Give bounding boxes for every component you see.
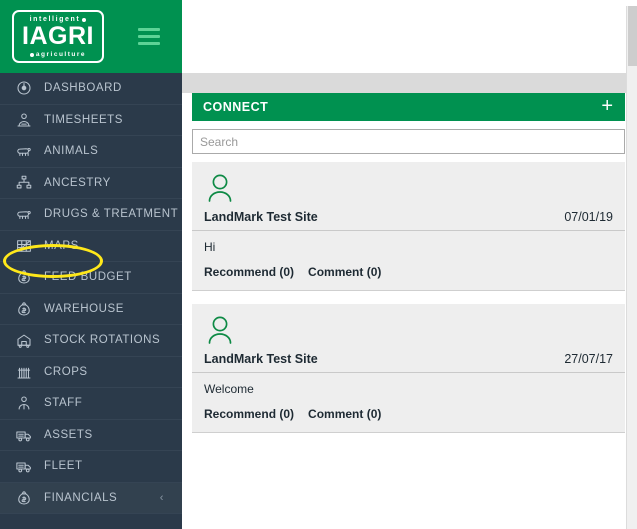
sidebar-item-label: ASSETS [44, 428, 93, 441]
sidebar-item-label: ANCESTRY [44, 176, 111, 189]
crops-icon [14, 362, 34, 382]
vertical-scrollbar[interactable] [626, 6, 637, 529]
sidebar-item-assets[interactable]: ASSETS [0, 420, 182, 451]
truck-icon [14, 425, 34, 445]
comment-button[interactable]: Comment (0) [308, 265, 381, 279]
recommend-button[interactable]: Recommend (0) [204, 407, 294, 421]
connect-panel: CONNECT + LandMark Test Site 07/01/19 Hi Re… [192, 93, 625, 446]
money-bag-icon [14, 267, 34, 287]
post-text: Hi [204, 240, 216, 254]
sidebar-item-label: STOCK ROTATIONS [44, 334, 161, 347]
post-date: 27/07/17 [564, 352, 613, 366]
truck-icon [14, 456, 34, 476]
logo-tagline-bottom: agriculture [29, 50, 87, 59]
sidebar-item-label: TIMESHEETS [44, 113, 123, 126]
connect-panel-header: CONNECT + [192, 93, 625, 121]
comment-button[interactable]: Comment (0) [308, 407, 381, 421]
person-avatar-icon [204, 174, 236, 209]
sidebar-item-label: MAPS [44, 239, 79, 252]
sidebar-item-label: DASHBOARD [44, 82, 122, 95]
top-bar [182, 6, 637, 73]
money-bag-icon [14, 299, 34, 319]
sidebar-item-warehouse[interactable]: WAREHOUSE [0, 294, 182, 325]
sidebar-item-label: FEED BUDGET [44, 271, 132, 284]
logo-dot-icon-2 [29, 52, 34, 57]
sidebar-item-label: STAFF [44, 397, 83, 410]
sidebar-item-label: WAREHOUSE [44, 302, 124, 315]
logo-dot-icon [82, 17, 87, 22]
post-list: LandMark Test Site 07/01/19 Hi Recommend (0… [192, 162, 625, 433]
content-top-gutter [182, 73, 637, 93]
post-actions: Recommend (0) Comment (0) [204, 407, 613, 421]
post-author: LandMark Test Site [204, 352, 318, 366]
sidebar-item-animals[interactable]: ANIMALS [0, 136, 182, 168]
money-bag-icon [14, 488, 34, 508]
sidebar-item-feed-budget[interactable]: FEED BUDGET [0, 262, 182, 294]
sidebar-item-financials[interactable]: FINANCIALS ‹ [0, 482, 182, 514]
main-area: CONNECT + LandMark Test Site 07/01/19 Hi Re… [182, 0, 637, 529]
map-icon [14, 236, 34, 256]
post-header: LandMark Test Site 07/01/19 [192, 162, 625, 231]
post-body: Hi Recommend (0) Comment (0) [192, 231, 625, 290]
brand-header: intelligent IAGRI agriculture [0, 0, 182, 73]
post-actions: Recommend (0) Comment (0) [204, 265, 613, 279]
logo-wordmark: IAGRI [22, 22, 94, 50]
sidebar-item-label: FLEET [44, 460, 83, 473]
post-text: Welcome [204, 382, 254, 396]
hamburger-bar-3 [138, 42, 160, 45]
sidebar-item-label: ANIMALS [44, 145, 99, 158]
panel-title: CONNECT [203, 100, 269, 114]
sidebar-item-staff[interactable]: STAFF [0, 388, 182, 420]
sidebar-item-stock-rotations[interactable]: STOCK ROTATIONS [0, 325, 182, 357]
sheep-icon [14, 141, 34, 161]
post-body: Welcome Recommend (0) Comment (0) [192, 373, 625, 432]
sidebar-item-timesheets[interactable]: TIMESHEETS [0, 105, 182, 136]
post-card: LandMark Test Site 07/01/19 Hi Recommend (0… [192, 162, 625, 291]
post-meta: LandMark Test Site 27/07/17 [204, 352, 613, 366]
post-date: 07/01/19 [564, 210, 613, 224]
chevron-left-icon[interactable]: ‹ [160, 492, 164, 504]
add-post-button[interactable]: + [597, 96, 617, 119]
gauge-icon [14, 78, 34, 98]
logo-tagline-bottom-text: agriculture [35, 50, 87, 58]
tree-icon [14, 173, 34, 193]
post-card: LandMark Test Site 27/07/17 Welcome Recomme… [192, 304, 625, 433]
hamburger-menu-icon[interactable] [138, 28, 160, 45]
sidebar-item-dashboard[interactable]: DASHBOARD [0, 73, 182, 105]
person-avatar-icon [204, 316, 236, 351]
scrollbar-thumb[interactable] [628, 6, 637, 66]
sidebar-nav: DASHBOARD TIMESHEETS ANIMALS ANCESTRY DRUGS … [0, 73, 182, 514]
hamburger-bar-2 [138, 35, 160, 38]
sidebar-item-label: DRUGS & TREATMENT [44, 208, 179, 221]
post-meta: LandMark Test Site 07/01/19 [204, 210, 613, 224]
app-root: intelligent IAGRI agriculture DASHBOARD T… [0, 0, 637, 529]
post-author: LandMark Test Site [204, 210, 318, 224]
sidebar-item-crops[interactable]: CROPS [0, 357, 182, 388]
post-header: LandMark Test Site 27/07/17 [192, 304, 625, 373]
person-icon [14, 393, 34, 413]
sidebar-item-drugs-treatment[interactable]: DRUGS & TREATMENT [0, 199, 182, 231]
person-clock-icon [14, 110, 34, 130]
hamburger-bar-1 [138, 28, 160, 31]
sidebar-item-label: CROPS [44, 365, 88, 378]
sidebar-item-maps[interactable]: MAPS [0, 231, 182, 262]
sidebar-item-label: FINANCIALS [44, 491, 118, 504]
sidebar-item-ancestry[interactable]: ANCESTRY [0, 168, 182, 199]
sidebar: intelligent IAGRI agriculture DASHBOARD T… [0, 0, 182, 529]
sidebar-item-fleet[interactable]: FLEET [0, 451, 182, 483]
content-area: CONNECT + LandMark Test Site 07/01/19 Hi Re… [182, 73, 637, 529]
iagri-logo[interactable]: intelligent IAGRI agriculture [12, 10, 104, 63]
sheep-icon [14, 204, 34, 224]
search-row [192, 121, 625, 162]
recommend-button[interactable]: Recommend (0) [204, 265, 294, 279]
barn-icon [14, 330, 34, 350]
search-input[interactable] [192, 129, 625, 154]
